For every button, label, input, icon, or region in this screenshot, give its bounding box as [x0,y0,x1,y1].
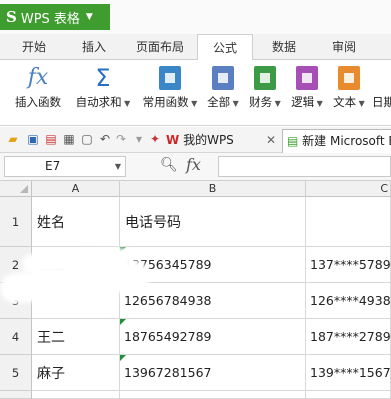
column-header-b[interactable]: B [120,181,306,197]
all-functions-icon [212,66,234,90]
undo-icon[interactable]: ↶ [98,132,112,146]
close-tab-icon[interactable]: ✕ [266,127,276,153]
table-cell[interactable] [306,391,391,399]
app-title: WPS 表格 [20,11,80,27]
table-cell[interactable]: 18765492789 [120,319,306,355]
spreadsheet-file-icon: ▤ [287,134,299,148]
sigma-icon: Σ [95,64,111,92]
row-header[interactable]: 1 [0,197,32,247]
dropdown-caret-icon: ▼ [85,12,93,22]
table-cell[interactable]: 139****1567 [306,355,391,391]
row-header[interactable] [0,391,32,399]
table-cell[interactable] [32,391,120,399]
quick-access-toolbar: ▰ ▣ ▤ ▦ ▢ ↶ ↷ ▾ ✦ W 我的WPS ✕ ▤ 新建 Microso… [0,127,391,153]
tab-formulas[interactable]: 公式 [197,34,253,61]
qat-customize-icon[interactable]: ▾ [132,132,146,146]
table-cell[interactable]: 电话号码 [120,197,306,247]
tab-insert[interactable]: 插入 [82,34,116,60]
chevron-down-icon: ▼ [114,162,121,171]
date-functions-button[interactable]: 日期 [372,64,391,122]
column-header-a[interactable]: A [32,181,120,197]
print-icon[interactable]: ▦ [62,132,76,146]
all-functions-button[interactable]: 全部 ▼ [203,64,243,122]
redo-icon[interactable]: ↷ [114,132,128,146]
insert-function-fx-icon[interactable]: fx [186,155,201,174]
table-cell[interactable]: 姓名 [32,197,120,247]
open-folder-icon[interactable]: ▰ [6,132,20,146]
star-function-icon [159,66,181,90]
formula-input[interactable] [218,156,391,177]
column-header-c[interactable]: C [306,181,391,197]
table-cell[interactable]: 187****2789 [306,319,391,355]
table-cell[interactable]: 13967281567 [120,355,306,391]
select-all-corner[interactable] [0,181,32,197]
row-header[interactable]: 4 [0,319,32,355]
text-function-icon [338,66,360,90]
table-cell[interactable] [306,197,391,247]
logic-icon [296,66,318,90]
print-preview-icon[interactable]: ▢ [80,132,94,146]
formula-bar: E7 ▼ 🔍︎ fx [0,153,391,181]
export-pdf-icon[interactable]: ▤ [44,132,58,146]
document-tab[interactable]: ▤ 新建 Microsoft Excel [282,129,391,153]
table-cell[interactable]: 126****4938 [306,283,391,319]
auto-sum-button[interactable]: Σ 自动求和 ▼ [70,64,136,122]
tab-home[interactable]: 开始 [22,34,56,60]
common-functions-button[interactable]: 常用函数 ▼ [138,64,202,122]
text-functions-button[interactable]: 文本 ▼ [329,64,369,122]
title-bar: S WPS 表格 ▼ [0,0,391,34]
ribbon-toolbar: fx 插入函数 Σ 自动求和 ▼ 常用函数 ▼ 全部 ▼ 财务 ▼ 逻辑 ▼ 文… [0,60,391,126]
save-icon[interactable]: ▣ [26,132,40,146]
zoom-magnifier-icon[interactable]: 🔍︎ [160,157,178,173]
row-header[interactable]: 5 [0,355,32,391]
insert-function-button[interactable]: fx 插入函数 [10,64,66,122]
finance-icon [254,66,276,90]
tab-review[interactable]: 审阅 [332,34,366,60]
logic-functions-button[interactable]: 逻辑 ▼ [287,64,327,122]
table-cell[interactable]: 12656784938 [120,283,306,319]
tab-data[interactable]: 数据 [272,34,306,60]
wps-w-icon: W [166,133,180,147]
my-wps-tab[interactable]: W 我的WPS [166,127,234,153]
pin-icon[interactable]: ✦ [148,132,162,146]
ribbon-tabs: 开始 插入 页面布局 公式 数据 审阅 [0,34,391,61]
tab-page-layout[interactable]: 页面布局 [136,34,196,60]
date-function-icon [372,66,391,90]
table-cell[interactable]: 137****5789 [306,247,391,283]
wps-logo-icon: S [6,8,17,26]
table-cell[interactable]: 麻子 [32,355,120,391]
finance-functions-button[interactable]: 财务 ▼ [245,64,285,122]
app-menu-button[interactable]: S WPS 表格 ▼ [0,4,110,30]
table-cell[interactable] [120,391,306,399]
name-box[interactable]: E7 ▼ [4,156,126,177]
spreadsheet-grid: A B C 1 姓名 电话号码 2 张三 13756345789 137****… [0,181,391,399]
table-cell[interactable]: 王二 [32,319,120,355]
fx-icon: fx [27,65,49,90]
